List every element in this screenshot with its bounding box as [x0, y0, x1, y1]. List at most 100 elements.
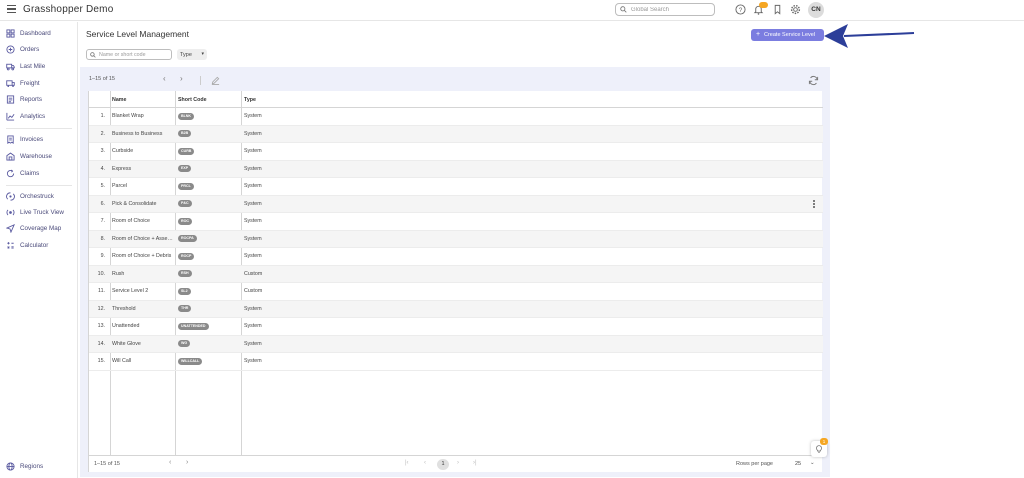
- rows-per-page-select[interactable]: 25: [795, 461, 801, 467]
- sidebar-item-invoices[interactable]: Invoices: [6, 134, 76, 146]
- service-level-type: System: [244, 183, 262, 189]
- sidebar-item-coverage-map[interactable]: Coverage Map: [6, 223, 76, 235]
- coverage-map-icon: [6, 224, 15, 233]
- caret-down-icon: ▾: [201, 51, 204, 57]
- service-level-name[interactable]: Room of Choice + Assembly: [112, 236, 174, 242]
- short-code-chip: ROC: [178, 217, 192, 225]
- sidebar: Dashboard Orders Last Mile Freight Repor…: [0, 22, 78, 478]
- table-row[interactable]: 4. Express EXP System: [89, 160, 823, 178]
- current-page-button[interactable]: 1: [437, 459, 449, 470]
- app-title: Grasshopper Demo: [23, 4, 114, 15]
- first-page-icon[interactable]: |‹: [405, 460, 409, 466]
- table-row[interactable]: 2. Business to Business B2B System: [89, 125, 823, 143]
- table-row[interactable]: 1. Blanket Wrap BLNK System: [89, 108, 823, 126]
- range-indicator-top: 1–15 of 15: [89, 76, 115, 82]
- sidebar-item-warehouse[interactable]: Warehouse: [6, 151, 76, 163]
- table-row[interactable]: 13. Unattended UNATTENDED System: [89, 318, 823, 336]
- service-level-table: Name Short Code Type 1. Blanket Wrap BLNK S…: [88, 91, 823, 455]
- table-row[interactable]: 14. White Glove WG System: [89, 335, 823, 353]
- service-level-name[interactable]: Unattended: [112, 323, 174, 329]
- table-row[interactable]: 9. Room of Choice + Debris ROCP System: [89, 248, 823, 266]
- gear-icon[interactable]: [790, 4, 801, 15]
- type-filter-dropdown[interactable]: Type ▾: [177, 49, 207, 60]
- service-level-name[interactable]: Room of Choice: [112, 218, 174, 224]
- last-page-icon[interactable]: ›|: [473, 460, 477, 466]
- caret-down-icon[interactable]: ⌄: [810, 460, 815, 466]
- analytics-icon: [6, 112, 15, 121]
- sidebar-divider: [6, 185, 72, 186]
- sidebar-item-label: Coverage Map: [20, 224, 62, 232]
- chevron-left-icon[interactable]: ‹: [169, 459, 171, 466]
- name-filter-input[interactable]: [99, 51, 169, 59]
- service-level-name[interactable]: Curbside: [112, 148, 174, 154]
- sidebar-item-last-mile[interactable]: Last Mile: [6, 61, 76, 73]
- service-level-name[interactable]: Business to Business: [112, 131, 174, 137]
- service-level-name[interactable]: Pick & Consolidate: [112, 201, 174, 207]
- service-level-name[interactable]: Will Call: [112, 358, 174, 364]
- sidebar-item-label: Claims: [20, 169, 40, 177]
- next-page-icon[interactable]: ›: [457, 460, 459, 466]
- help-icon[interactable]: ?: [735, 4, 746, 15]
- short-code-chip: ROCPA: [178, 235, 197, 242]
- sidebar-item-calculator[interactable]: Calculator: [6, 240, 76, 252]
- table-row[interactable]: 15. Will Call WILLCALL System: [89, 353, 823, 371]
- service-level-name[interactable]: Service Level 2: [112, 288, 174, 294]
- sidebar-item-dashboard[interactable]: Dashboard: [6, 28, 76, 40]
- service-level-name[interactable]: Threshold: [112, 306, 174, 312]
- more-options-icon[interactable]: [813, 199, 816, 209]
- column-header-name[interactable]: Name: [112, 97, 126, 103]
- short-code-chip: B2B: [178, 130, 192, 137]
- pencil-icon[interactable]: [211, 76, 220, 85]
- global-search[interactable]: [615, 3, 715, 16]
- service-level-name[interactable]: Express: [112, 166, 174, 172]
- service-level-name[interactable]: Blanket Wrap: [112, 113, 174, 119]
- toolbar-divider: [200, 76, 201, 85]
- bookmark-icon[interactable]: [772, 4, 783, 15]
- row-number: 6.: [100, 200, 105, 207]
- service-level-name[interactable]: Rush: [112, 271, 174, 277]
- globe-icon: [6, 462, 15, 471]
- sidebar-item-regions[interactable]: Regions: [6, 461, 76, 473]
- search-icon: [620, 6, 627, 13]
- service-level-name[interactable]: White Glove: [112, 341, 174, 347]
- table-row[interactable]: 10. Rush RSH Custom: [89, 265, 823, 283]
- sidebar-item-orders[interactable]: Orders: [6, 44, 76, 56]
- service-level-name[interactable]: Room of Choice + Debris: [112, 253, 174, 259]
- range-indicator-bottom: 1–15 of 15: [94, 461, 120, 467]
- sidebar-item-analytics[interactable]: Analytics: [6, 111, 76, 123]
- table-row[interactable]: 12. Threshold THR System: [89, 300, 823, 318]
- column-header-type[interactable]: Type: [244, 97, 256, 103]
- warehouse-icon: [6, 152, 15, 161]
- sidebar-item-label: Regions: [20, 462, 44, 470]
- sidebar-item-claims[interactable]: Claims: [6, 168, 76, 180]
- column-header-short-code[interactable]: Short Code: [178, 97, 207, 103]
- table-row[interactable]: 6. Pick & Consolidate P&C System: [89, 195, 823, 213]
- notification-badge: [759, 2, 768, 8]
- table-row[interactable]: 11. Service Level 2 SL2 Custom: [89, 283, 823, 301]
- service-level-name[interactable]: Parcel: [112, 183, 174, 189]
- service-level-type: Custom: [244, 288, 263, 294]
- sidebar-item-freight[interactable]: Freight: [6, 78, 76, 90]
- user-avatar[interactable]: CN: [808, 2, 824, 18]
- row-number: 14.: [97, 340, 105, 347]
- row-number: 15.: [97, 358, 105, 364]
- create-service-level-button[interactable]: + Create Service Level: [751, 29, 824, 41]
- sidebar-item-live-truck-view[interactable]: Live Truck View: [6, 207, 76, 219]
- table-row[interactable]: 7. Room of Choice ROC System: [89, 213, 823, 231]
- previous-page-icon[interactable]: ‹: [424, 460, 426, 466]
- chevron-right-icon[interactable]: ›: [186, 459, 188, 466]
- row-number: 12.: [97, 305, 105, 312]
- global-search-input[interactable]: [631, 5, 711, 15]
- chevron-right-icon[interactable]: ›: [180, 74, 183, 83]
- sidebar-item-reports[interactable]: Reports: [6, 94, 76, 106]
- short-code-chip: THR: [178, 305, 192, 312]
- menu-icon[interactable]: [7, 5, 16, 13]
- refresh-icon[interactable]: [808, 75, 819, 86]
- table-row[interactable]: 8. Room of Choice + Assembly ROCPA System: [89, 230, 823, 248]
- name-filter[interactable]: [86, 49, 172, 60]
- table-row[interactable]: 5. Parcel PRCL System: [89, 178, 823, 196]
- sidebar-item-orchestruck[interactable]: Orchestruck: [6, 191, 76, 203]
- service-level-type: System: [244, 340, 262, 347]
- chevron-left-icon[interactable]: ‹: [163, 74, 166, 83]
- table-row[interactable]: 3. Curbside CURB System: [89, 143, 823, 161]
